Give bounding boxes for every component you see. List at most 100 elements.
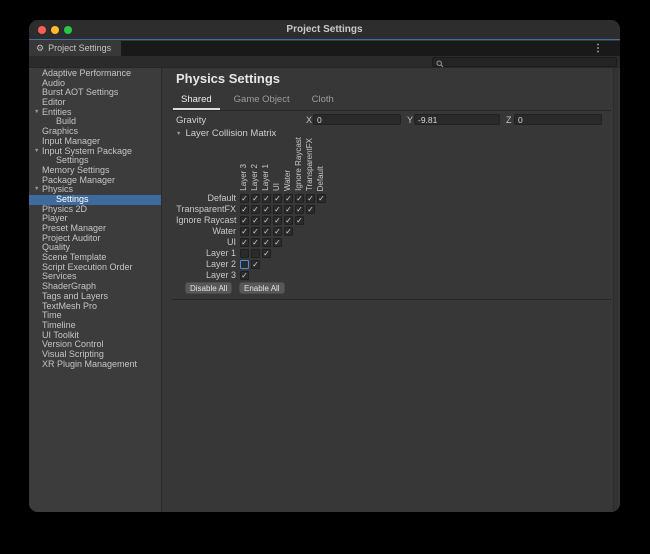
main-panel: Physics Settings SharedGame ObjectCloth …: [162, 68, 620, 512]
disable-all-button[interactable]: Disable All: [185, 282, 232, 294]
matrix-row-ignore-raycast: Ignore Raycast✓✓✓✓✓✓: [176, 215, 611, 226]
foldout-triangle-icon[interactable]: ▼: [34, 108, 39, 118]
collision-checkbox[interactable]: ✓: [306, 194, 315, 203]
sidebar-item-label: Project Auditor: [42, 233, 101, 243]
foldout-triangle-icon: ▼: [176, 131, 181, 137]
settings-tabs: Shared Game Object Cloth: [173, 92, 342, 110]
matrix-row-transparentfx: TransparentFX✓✓✓✓✓✓✓: [176, 204, 611, 215]
close-button[interactable]: [38, 26, 46, 34]
matrix-cells: ✓✓✓✓✓✓✓✓: [240, 194, 326, 203]
matrix-column-label: TransparentFX: [305, 138, 315, 191]
sidebar-item-label: Entities: [42, 107, 72, 117]
matrix-column-label: UI: [272, 183, 282, 191]
sidebar-item-label: Visual Scripting: [42, 349, 104, 359]
matrix-row-default: Default✓✓✓✓✓✓✓✓: [176, 193, 611, 204]
project-settings-window: Project Settings ⚙Project Settings ⋮ Ada…: [29, 20, 620, 512]
doc-tab-bar: ⚙Project Settings ⋮: [29, 41, 620, 56]
tab-shared[interactable]: Shared: [173, 92, 220, 110]
foldout-triangle-icon[interactable]: ▼: [34, 185, 39, 195]
sidebar-item-label: Services: [42, 271, 77, 281]
collision-checkbox[interactable]: ✓: [306, 205, 315, 214]
sidebar-item-input-system-package[interactable]: ▼Input System Package: [29, 147, 161, 157]
foldout-triangle-icon[interactable]: ▼: [34, 147, 39, 157]
collision-checkbox[interactable]: ✓: [251, 205, 260, 214]
matrix-column-label: Default: [316, 166, 326, 191]
matrix-column-label: Ignore Raycast: [294, 137, 304, 191]
desktop-background: { "window": { "title": "Project Settings…: [0, 0, 650, 554]
sidebar-item-label: Script Execution Order: [42, 262, 133, 272]
collision-checkbox[interactable]: ✓: [251, 194, 260, 203]
collision-checkbox[interactable]: ✓: [295, 216, 304, 225]
collision-checkbox[interactable]: ✓: [262, 249, 271, 258]
tab-project-settings[interactable]: ⚙Project Settings: [29, 41, 121, 56]
tab-game-object[interactable]: Game Object: [226, 92, 298, 110]
toolbar: [29, 56, 620, 68]
collision-checkbox[interactable]: ✓: [273, 227, 282, 236]
matrix-column-label: Layer 2: [250, 164, 260, 191]
collision-checkbox[interactable]: ✓: [295, 194, 304, 203]
collision-checkbox[interactable]: ✓: [295, 205, 304, 214]
sidebar-item-label: ShaderGraph: [42, 281, 96, 291]
vertical-scrollbar[interactable]: [613, 68, 618, 512]
collision-checkbox[interactable]: ✓: [317, 194, 326, 203]
sidebar-item-xr-plugin-management[interactable]: XR Plugin Management: [29, 360, 161, 370]
collision-checkbox[interactable]: ✓: [262, 238, 271, 247]
sidebar-item-label: Time: [42, 310, 62, 320]
collision-checkbox[interactable]: ✓: [262, 194, 271, 203]
doc-tab-label: Project Settings: [48, 43, 111, 53]
collision-checkbox[interactable]: [251, 249, 260, 258]
collision-checkbox[interactable]: ✓: [262, 227, 271, 236]
collision-checkbox[interactable]: ✓: [240, 271, 249, 280]
collision-checkbox[interactable]: ✓: [273, 216, 282, 225]
enable-all-button[interactable]: Enable All: [239, 282, 285, 294]
matrix-row-label: TransparentFX: [176, 204, 236, 215]
matrix-row-layer-3: Layer 3✓: [176, 270, 611, 281]
collision-checkbox[interactable]: ✓: [251, 260, 260, 269]
collision-checkbox[interactable]: ✓: [262, 205, 271, 214]
collision-checkbox[interactable]: ✓: [251, 216, 260, 225]
collision-checkbox[interactable]: ✓: [284, 205, 293, 214]
collision-checkbox[interactable]: ✓: [273, 194, 282, 203]
sidebar-item-physics[interactable]: ▼Physics: [29, 185, 161, 195]
layer-collision-matrix-foldout[interactable]: ▼ Layer Collision Matrix: [176, 128, 276, 139]
maximize-button[interactable]: [64, 26, 72, 34]
search-field[interactable]: [432, 57, 617, 67]
sidebar-item-label: Input System Package: [42, 146, 132, 156]
collision-checkbox[interactable]: ✓: [251, 227, 260, 236]
sidebar-item-label: Graphics: [42, 126, 78, 136]
collision-checkbox[interactable]: ✓: [284, 216, 293, 225]
collision-checkbox[interactable]: ✓: [251, 238, 260, 247]
collision-checkbox[interactable]: ✓: [273, 205, 282, 214]
matrix-row-label: UI: [176, 237, 236, 248]
search-input[interactable]: [446, 58, 614, 66]
collision-checkbox[interactable]: ✓: [240, 216, 249, 225]
title-bar: Project Settings: [29, 20, 620, 40]
matrix-row-label: Layer 2: [176, 259, 236, 270]
kebab-menu-icon[interactable]: ⋮: [593, 41, 603, 56]
gravity-z-input[interactable]: [514, 114, 602, 125]
gravity-x-input[interactable]: [313, 114, 401, 125]
foldout-label: Layer Collision Matrix: [185, 128, 276, 139]
matrix-row-label: Default: [176, 193, 236, 204]
collision-checkbox[interactable]: ✓: [240, 205, 249, 214]
collision-checkbox[interactable]: [240, 249, 249, 258]
collision-checkbox[interactable]: ✓: [262, 216, 271, 225]
sidebar-item-label: Preset Manager: [42, 223, 106, 233]
tab-cloth[interactable]: Cloth: [304, 92, 342, 110]
matrix-cells: ✓✓✓✓✓✓✓: [240, 205, 315, 214]
collision-checkbox[interactable]: ✓: [284, 194, 293, 203]
matrix-column-label: Water: [283, 170, 293, 191]
sidebar-item-label: Package Manager: [42, 175, 115, 185]
collision-checkbox[interactable]: ✓: [240, 194, 249, 203]
collision-checkbox[interactable]: ✓: [284, 227, 293, 236]
matrix-cells: ✓: [240, 271, 249, 280]
collision-checkbox[interactable]: [240, 260, 249, 269]
collision-checkbox[interactable]: ✓: [240, 227, 249, 236]
collision-checkbox[interactable]: ✓: [273, 238, 282, 247]
gravity-y-input[interactable]: [414, 114, 500, 125]
minimize-button[interactable]: [51, 26, 59, 34]
sidebar-item-label: Scene Template: [42, 252, 106, 262]
collision-checkbox[interactable]: ✓: [240, 238, 249, 247]
sidebar-item-entities[interactable]: ▼Entities: [29, 108, 161, 118]
layer-collision-matrix: Layer 3Layer 2Layer 1UIWaterIgnore Rayca…: [176, 141, 611, 301]
